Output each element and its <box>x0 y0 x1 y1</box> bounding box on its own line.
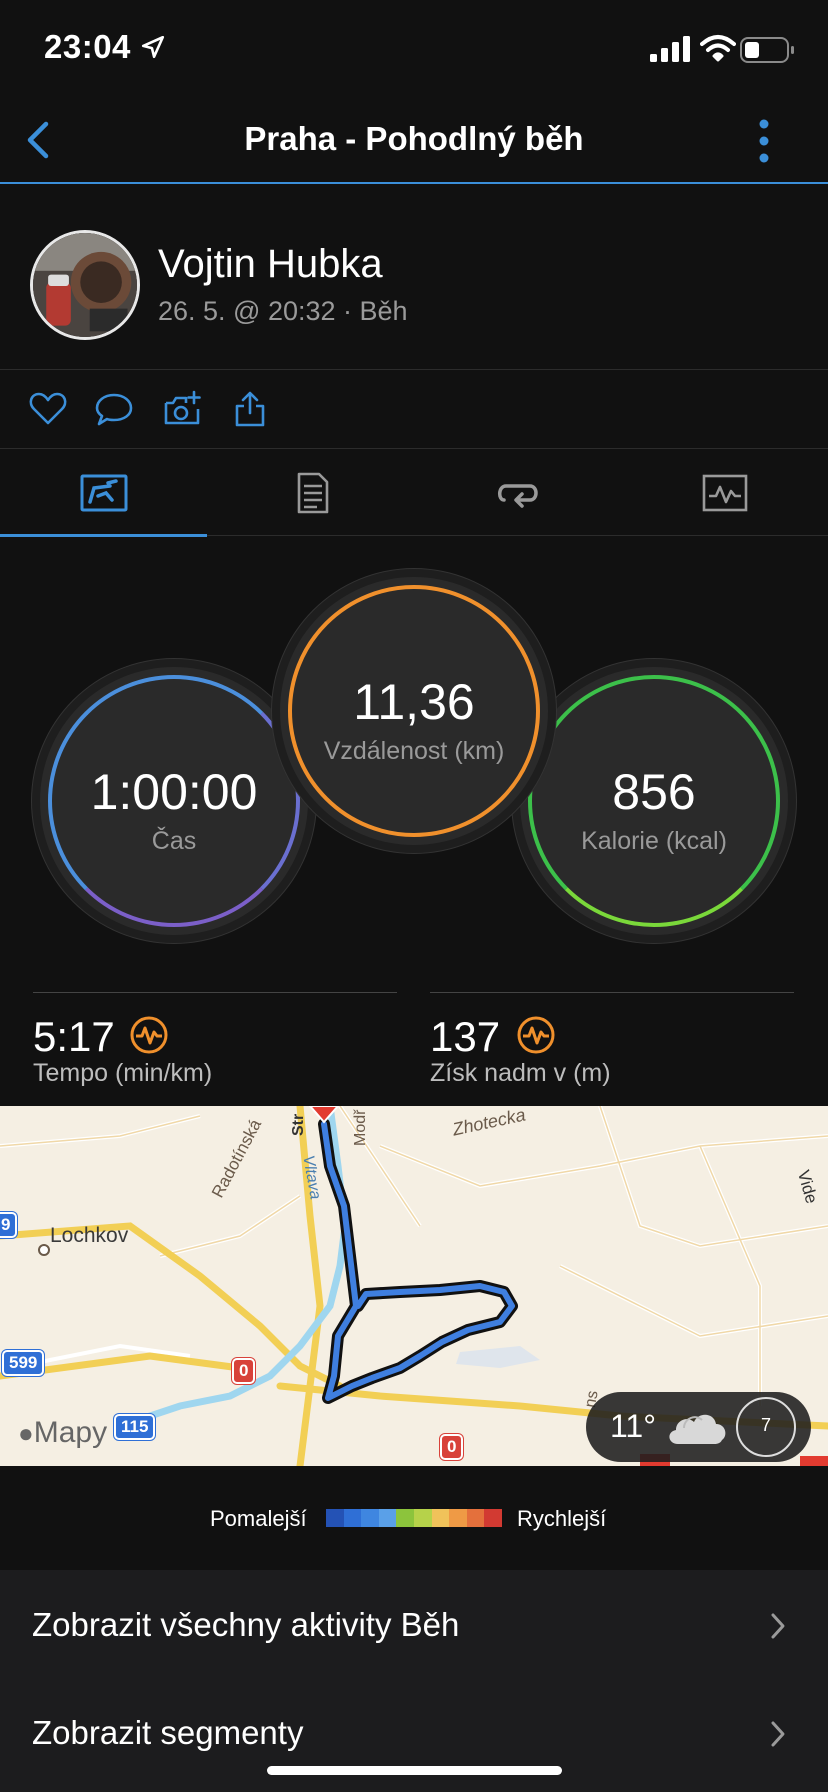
tab-charts[interactable] <box>621 450 828 536</box>
user-name[interactable]: Vojtin Hubka <box>158 242 383 287</box>
summary-icon <box>80 474 128 512</box>
pulse-icon <box>517 1016 555 1054</box>
weather-badge: 11° 7 <box>586 1392 811 1462</box>
signal-icon <box>650 36 690 62</box>
map-label-str: Str <box>290 1113 307 1136</box>
cloud-icon <box>669 1414 726 1444</box>
status-time: 23:04 <box>44 28 131 65</box>
chevron-left-icon[interactable] <box>22 118 52 162</box>
road-shield-9: 9 <box>0 1212 18 1238</box>
avatar[interactable] <box>30 230 140 340</box>
summary-circles: 1:00:00 Čas 856 Kalorie (kcal) 11,36 Vzd… <box>0 537 828 957</box>
weather-temperature: 11° <box>610 1408 657 1444</box>
charts-icon <box>702 474 748 512</box>
legend-color-bar <box>326 1509 502 1527</box>
distance-label: Vzdálenost (km) <box>323 737 505 765</box>
tab-details[interactable] <box>207 450 414 536</box>
activity-screen: 23:04 Praha - Pohodlný běh Vojtin Hubka … <box>0 0 828 1792</box>
time-circle: 1:00:00 Čas <box>40 667 308 935</box>
route-map[interactable]: Lochkov Radotínská Zhotecka Vltava Modř … <box>0 1106 828 1466</box>
tab-row <box>0 450 828 537</box>
pace-stat: 5:17 Tempo (min/km) <box>33 992 397 1092</box>
elevation-label: Získ nadm v (m) <box>430 1059 611 1087</box>
laps-icon <box>498 484 538 508</box>
battery-icon <box>740 37 794 63</box>
pace-label: Tempo (min/km) <box>33 1059 213 1087</box>
wind-dial: 7 <box>736 1397 796 1457</box>
home-indicator[interactable] <box>267 1766 562 1775</box>
calories-label: Kalorie (kcal) <box>581 827 727 855</box>
elevation-value: 137 <box>430 1013 501 1060</box>
calories-value: 856 <box>612 764 696 820</box>
distance-value: 11,36 <box>353 674 475 730</box>
pace-value: 5:17 <box>33 1013 115 1060</box>
tab-laps[interactable] <box>414 450 621 536</box>
road-shield-0: 0 <box>232 1358 256 1384</box>
wind-speed: 7 <box>760 1415 771 1435</box>
chevron-right-icon <box>771 1721 785 1747</box>
elevation-stat: 137 Získ nadm v (m) <box>430 992 794 1092</box>
nav-bar: Praha - Pohodlný běh <box>0 100 828 184</box>
all-runs-link[interactable]: Zobrazit všechny aktivity Běh <box>0 1570 828 1678</box>
map-label-modr: Modř <box>352 1109 369 1146</box>
pulse-icon <box>130 1016 168 1054</box>
time-value: 1:00:00 <box>90 764 258 820</box>
distance-circle: 11,36 Vzdálenost (km) <box>280 577 548 845</box>
road-shield-115: 115 <box>114 1414 156 1440</box>
legend-slower-label: Pomalejší <box>210 1506 307 1531</box>
tab-summary[interactable] <box>0 450 207 537</box>
map-label-lochkov: Lochkov <box>50 1224 129 1247</box>
segments-label: Zobrazit segmenty <box>32 1714 304 1751</box>
time-label: Čas <box>151 827 197 855</box>
link-list: Zobrazit všechny aktivity Běh Zobrazit s… <box>0 1570 828 1792</box>
activity-meta: 26. 5. @ 20:32 · Běh <box>158 296 408 326</box>
maps-attribution-text: Mapy <box>33 1416 108 1449</box>
action-row <box>0 371 828 449</box>
wifi-icon <box>700 35 736 62</box>
status-bar: 23:04 <box>0 0 828 100</box>
page-title: Praha - Pohodlný běh <box>244 120 584 157</box>
comment-icon[interactable] <box>94 389 134 429</box>
more-vertical-icon[interactable] <box>756 118 772 164</box>
add-photo-icon[interactable] <box>162 389 202 429</box>
location-arrow-icon <box>141 35 165 59</box>
road-shield-599: 599 <box>2 1350 45 1376</box>
all-runs-label: Zobrazit všechny aktivity Běh <box>32 1606 460 1643</box>
user-header: Vojtin Hubka 26. 5. @ 20:32 · Běh <box>0 186 828 370</box>
legend-faster-label: Rychlejší <box>517 1506 607 1531</box>
calories-circle: 856 Kalorie (kcal) <box>520 667 788 935</box>
details-icon <box>297 472 329 514</box>
chevron-right-icon <box>771 1613 785 1639</box>
road-shield-0: 0 <box>440 1434 464 1460</box>
pace-legend: Pomalejší Rychlejší <box>0 1466 828 1570</box>
heart-icon[interactable] <box>28 389 68 429</box>
apple-logo-icon: ● <box>18 1418 34 1448</box>
share-icon[interactable] <box>230 389 270 429</box>
maps-attribution: ●Mapy <box>18 1416 107 1450</box>
